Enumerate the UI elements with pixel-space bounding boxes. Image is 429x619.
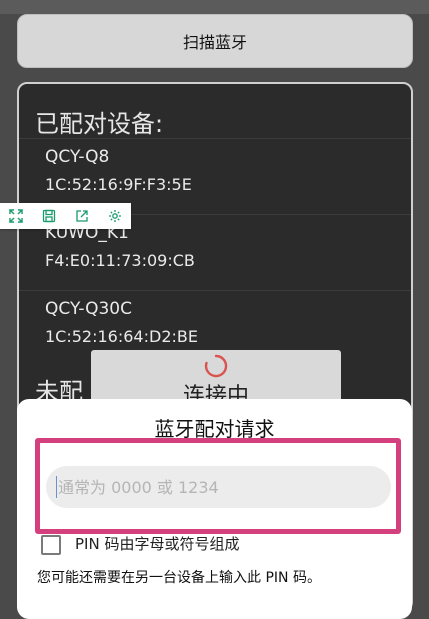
- status-strip: [0, 0, 429, 14]
- device-mac: 1C:52:16:64:D2:BE: [45, 327, 198, 346]
- save-icon[interactable]: [40, 207, 58, 225]
- expand-icon[interactable]: [7, 207, 25, 225]
- share-icon[interactable]: [73, 207, 91, 225]
- device-mac: 1C:52:16:9F:F3:5E: [45, 175, 192, 194]
- scan-bluetooth-button[interactable]: 扫描蓝牙: [17, 14, 413, 68]
- paired-devices-title: 已配对设备:: [35, 110, 164, 138]
- highlight-box: [35, 438, 401, 534]
- pin-hint-text: 您可能还需要在另一台设备上输入此 PIN 码。: [37, 570, 321, 586]
- pin-alphanumeric-label: PIN 码由字母或符号组成: [75, 535, 240, 553]
- loading-spinner-icon: [204, 354, 228, 378]
- device-mac: F4:E0:11:73:09:CB: [45, 251, 195, 270]
- device-name: QCY-Q30C: [45, 299, 132, 319]
- pin-alphanumeric-checkbox[interactable]: [41, 535, 61, 555]
- settings-icon[interactable]: [106, 207, 124, 225]
- pin-alphanumeric-option[interactable]: PIN 码由字母或符号组成: [41, 533, 401, 555]
- device-item[interactable]: QCY-Q8 1C:52:16:9F:F3:5E: [19, 138, 411, 211]
- floating-toolbar: [0, 203, 131, 229]
- device-name: QCY-Q8: [45, 147, 110, 167]
